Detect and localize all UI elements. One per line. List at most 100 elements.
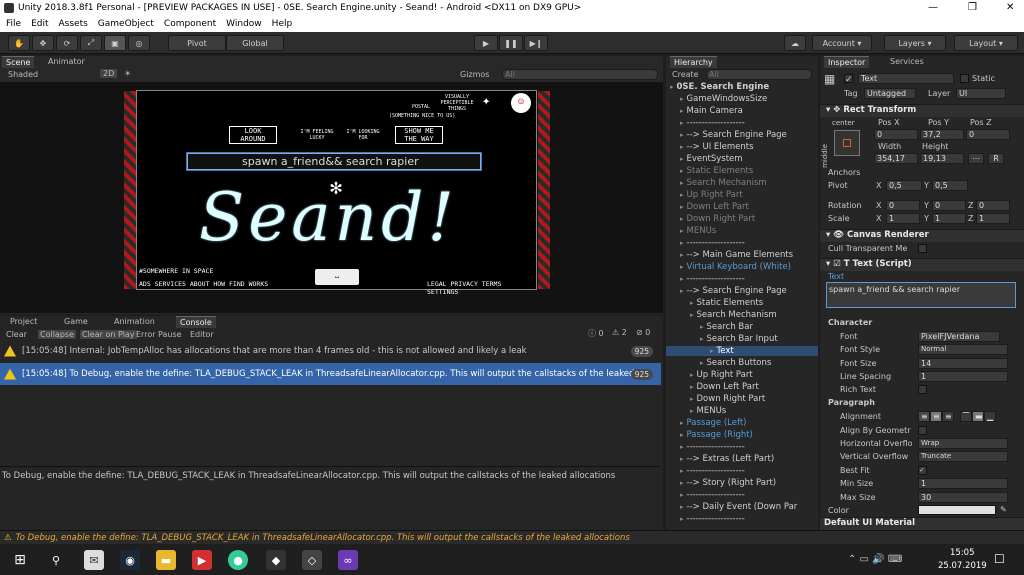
expand-arrow-icon[interactable]: ▸ <box>680 287 684 295</box>
close-button[interactable]: ✕ <box>1006 2 1014 13</box>
pivot-toggle[interactable]: Pivot <box>168 35 226 51</box>
canvas-renderer-header[interactable]: ▾ 👁 Canvas Renderer <box>820 229 1024 242</box>
hierarchy-item[interactable]: ▸ MENUs <box>690 406 726 416</box>
expand-arrow-icon[interactable]: ▸ <box>670 83 674 91</box>
steam-icon[interactable]: ◉ <box>120 550 140 570</box>
keyboard-button[interactable]: ⎵ <box>315 269 359 285</box>
pos-x-field[interactable]: 0 <box>874 129 918 140</box>
object-name-field[interactable]: Text <box>858 73 954 84</box>
font-style-dropdown[interactable]: Normal <box>918 344 1008 355</box>
anchors-foldout[interactable]: Anchors <box>828 168 860 177</box>
unity-hub-icon[interactable]: ◆ <box>266 550 286 570</box>
hierarchy-item[interactable]: ▸ ------------------- <box>680 442 745 452</box>
cloud-icon[interactable]: ☁ <box>784 35 806 51</box>
anchor-preset-button[interactable] <box>834 130 860 156</box>
expand-arrow-icon[interactable]: ▸ <box>680 239 684 247</box>
menu-edit[interactable]: Edit <box>31 19 48 29</box>
notifications-icon[interactable]: ☐ <box>994 552 1005 566</box>
transform-tool-icon[interactable]: ◎ <box>128 35 150 51</box>
active-checkbox[interactable]: ✓ <box>844 74 853 85</box>
hierarchy-item[interactable]: ▸ --> UI Elements <box>680 142 754 152</box>
console-divider[interactable] <box>0 466 661 467</box>
hierarchy-item[interactable]: ▸ Static Elements <box>690 298 763 308</box>
move-tool-icon[interactable]: ✥ <box>32 35 54 51</box>
footer-left-links[interactable]: ADS SERVICES ABOUT HOW FIND WORKS <box>139 280 268 288</box>
blueprint-mode-button[interactable]: ⋯ <box>968 153 984 164</box>
tab-inspector[interactable]: Inspector <box>824 56 870 68</box>
hierarchy-item[interactable]: ▸ ------------------- <box>680 118 745 128</box>
expand-arrow-icon[interactable]: ▸ <box>680 431 684 439</box>
hierarchy-item[interactable]: ▸ Virtual Keyboard (White) <box>680 262 791 272</box>
expand-arrow-icon[interactable]: ▸ <box>680 455 684 463</box>
expand-arrow-icon[interactable]: ▸ <box>690 311 694 319</box>
expand-arrow-icon[interactable]: ▸ <box>680 215 684 223</box>
layer-dropdown[interactable]: UI <box>956 88 1006 99</box>
color-swatch[interactable] <box>918 505 996 515</box>
error-count-badge[interactable]: ⊘ 0 <box>636 328 650 337</box>
static-checkbox[interactable] <box>960 74 969 83</box>
hierarchy-item[interactable]: ▸ Main Camera <box>680 106 743 116</box>
expand-arrow-icon[interactable]: ▸ <box>680 467 684 475</box>
hierarchy-item[interactable]: ▸ GameWindowsSize <box>680 94 767 104</box>
pos-z-field[interactable]: 0 <box>966 129 1010 140</box>
footer-right-links[interactable]: LEGAL PRIVACY TERMS SETTINGS <box>427 280 536 296</box>
expand-arrow-icon[interactable]: ▸ <box>680 203 684 211</box>
rot-y-field[interactable]: 0 <box>932 200 966 211</box>
line-spacing-field[interactable]: 1 <box>918 371 1008 382</box>
minimize-button[interactable]: — <box>928 2 938 13</box>
expand-arrow-icon[interactable]: ▸ <box>680 167 684 175</box>
hierarchy-item[interactable]: ▸ Search Bar Input <box>700 334 778 344</box>
account-dropdown[interactable]: Account ▾ <box>812 35 872 51</box>
tab-scene[interactable]: Scene <box>2 56 35 68</box>
hierarchy-item[interactable]: ▸ Down Right Part <box>680 214 755 224</box>
expand-arrow-icon[interactable]: ▸ <box>680 155 684 163</box>
file-explorer-icon[interactable]: ▬ <box>156 550 176 570</box>
rich-text-checkbox[interactable] <box>918 385 927 394</box>
button-look-around[interactable]: LOOK AROUND <box>229 126 277 144</box>
layers-dropdown[interactable]: Layers ▾ <box>884 35 946 51</box>
shading-dropdown[interactable]: Shaded <box>8 70 38 79</box>
expand-arrow-icon[interactable]: ▸ <box>680 419 684 427</box>
expand-arrow-icon[interactable]: ▸ <box>690 407 694 415</box>
hierarchy-item[interactable]: ▸ ------------------- <box>680 274 745 284</box>
tab-hierarchy[interactable]: Hierarchy <box>670 56 717 68</box>
tab-project[interactable]: Project <box>6 316 41 328</box>
expand-arrow-icon[interactable]: ▸ <box>690 299 694 307</box>
button-feeling-lucky[interactable]: I'M FEELING LUCKY <box>297 129 337 141</box>
tab-game[interactable]: Game <box>60 316 92 328</box>
clear-on-play-button[interactable]: Clear on Play <box>80 330 137 339</box>
maximize-button[interactable]: ❐ <box>968 2 977 13</box>
rot-x-field[interactable]: 0 <box>886 200 920 211</box>
windows-start-icon[interactable]: ⊞ <box>10 550 30 570</box>
button-show-way[interactable]: SHOW ME THE WAY <box>395 126 443 144</box>
pos-y-field[interactable]: 37,2 <box>920 129 964 140</box>
hierarchy-search-input[interactable]: All <box>706 69 812 80</box>
info-count-badge[interactable]: ⓘ 0 <box>588 328 604 339</box>
pause-button[interactable]: ❚❚ <box>499 35 523 51</box>
status-bar[interactable]: ⚠ To Debug, enable the define: TLA_DEBUG… <box>0 530 1024 544</box>
expand-arrow-icon[interactable]: ▸ <box>680 179 684 187</box>
expand-arrow-icon[interactable]: ▸ <box>680 275 684 283</box>
rect-tool-icon[interactable]: ▣ <box>104 35 126 51</box>
light-icon[interactable]: ☀ <box>124 69 131 78</box>
search-icon[interactable]: ⚲ <box>46 550 66 570</box>
hierarchy-item[interactable]: ▸ Up Right Part <box>680 190 743 200</box>
menu-assets[interactable]: Assets <box>59 19 88 29</box>
expand-arrow-icon[interactable]: ▸ <box>680 443 684 451</box>
max-size-field[interactable]: 30 <box>918 492 1008 503</box>
error-pause-button[interactable]: Error Pause <box>136 330 182 339</box>
hierarchy-item[interactable]: ▸ --> Daily Event (Down Par <box>680 502 797 512</box>
tray-icons[interactable]: ⌃ ▭ 🔊 ⌨ <box>848 554 902 565</box>
expand-arrow-icon[interactable]: ▸ <box>690 371 694 379</box>
expand-arrow-icon[interactable]: ▸ <box>680 515 684 523</box>
hierarchy-scene-root[interactable]: ▸ 0SE. Search Engine <box>670 82 769 92</box>
expand-arrow-icon[interactable]: ▸ <box>700 359 704 367</box>
play-button[interactable]: ▶ <box>474 35 498 51</box>
scale-tool-icon[interactable]: ⤢ <box>80 35 102 51</box>
visual-studio-icon[interactable]: ∞ <box>338 550 358 570</box>
log-entry[interactable]: [15:05:48] Internal: JobTempAlloc has al… <box>0 340 661 362</box>
hierarchy-item[interactable]: ▸ Text <box>666 346 818 356</box>
expand-arrow-icon[interactable]: ▸ <box>680 251 684 259</box>
text-area[interactable]: spawn a_friend && search rapier <box>826 282 1016 308</box>
expand-arrow-icon[interactable]: ▸ <box>700 335 704 343</box>
